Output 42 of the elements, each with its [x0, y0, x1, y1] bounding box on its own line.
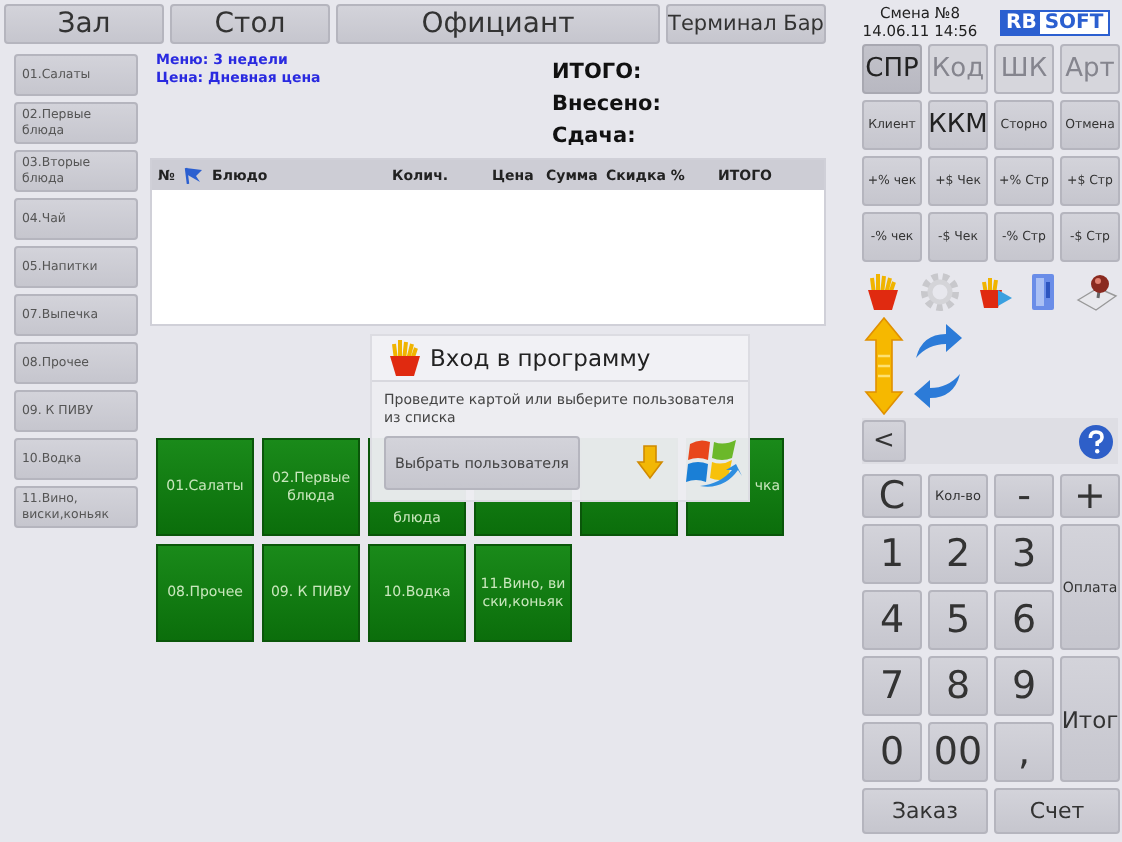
total-label: ИТОГО: — [552, 58, 644, 88]
top-nav-button[interactable]: Официант — [336, 4, 660, 44]
joystick-icon[interactable] — [1074, 272, 1118, 312]
fries-play-icon[interactable] — [978, 274, 1014, 310]
top-nav-button[interactable]: Стол — [170, 4, 330, 44]
action-button[interactable]: Счет — [994, 788, 1120, 834]
keypad-key[interactable]: Итог — [1060, 656, 1120, 782]
undo-arrow-icon[interactable] — [912, 370, 964, 410]
total-label: Сдача: — [552, 122, 638, 152]
fries-icon[interactable] — [864, 271, 902, 313]
function-button[interactable]: ККМ — [928, 100, 988, 150]
dialog-title: Вход в программу — [430, 344, 651, 372]
help-icon[interactable] — [1078, 423, 1114, 459]
fries-icon[interactable] — [386, 338, 422, 378]
keypad-key[interactable]: 2 — [928, 524, 988, 584]
keypad-key[interactable]: 1 — [862, 524, 922, 584]
keypad-key[interactable]: + — [1060, 474, 1120, 518]
search-mode-button[interactable]: СПР — [862, 44, 922, 94]
keypad-key[interactable]: 8 — [928, 656, 988, 716]
keypad-key[interactable]: 5 — [928, 590, 988, 650]
keypad-key[interactable]: C — [862, 474, 922, 518]
keypad-key[interactable]: 6 — [994, 590, 1054, 650]
keypad-key[interactable]: 4 — [862, 590, 922, 650]
keypad-key[interactable]: 0 — [862, 722, 922, 782]
rbsoft-logo: RB SOFT — [1000, 9, 1110, 35]
redo-arrow-icon[interactable] — [912, 322, 964, 362]
up-down-arrow-icon[interactable] — [864, 316, 904, 416]
keypad-key[interactable]: , — [994, 722, 1054, 782]
action-button[interactable]: Заказ — [862, 788, 988, 834]
keypad-key[interactable]: 00 — [928, 722, 988, 782]
down-arrow-icon[interactable] — [636, 444, 664, 480]
backspace-key[interactable]: < — [862, 420, 906, 462]
book-icon[interactable] — [1030, 270, 1058, 314]
flag-icon[interactable] — [182, 166, 204, 184]
top-nav-button[interactable]: Терминал Бар — [666, 4, 826, 44]
windows-logo-icon[interactable] — [684, 434, 744, 490]
keypad-key[interactable]: - — [994, 474, 1054, 518]
keypad-key[interactable]: 9 — [994, 656, 1054, 716]
total-label: Внесено: — [552, 90, 661, 120]
top-nav-button[interactable]: Зал — [4, 4, 164, 44]
keypad-key[interactable]: 3 — [994, 524, 1054, 584]
keypad-key[interactable]: 7 — [862, 656, 922, 716]
